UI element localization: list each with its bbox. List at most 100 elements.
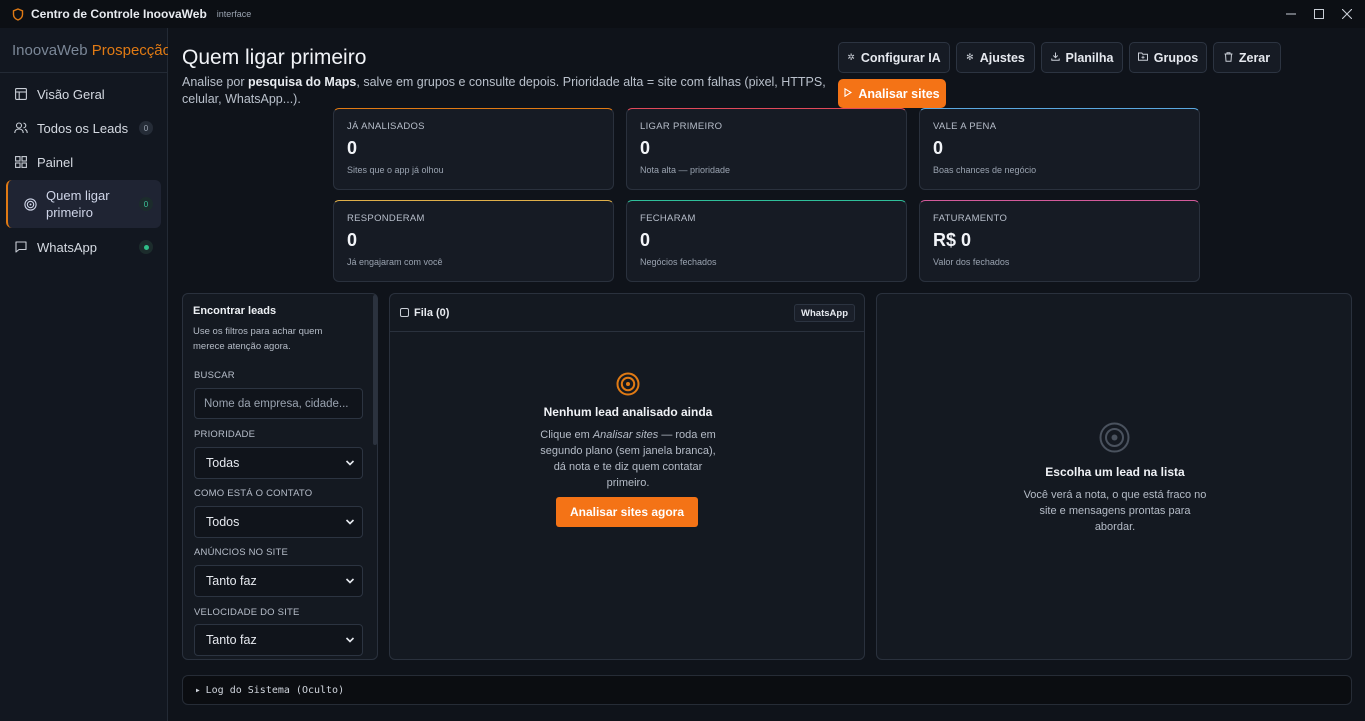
queue-title: Fila (0)	[414, 306, 450, 319]
queue-header: Fila (0) WhatsApp	[390, 294, 864, 332]
configure-ai-button[interactable]: ✲ Configurar IA	[838, 42, 950, 73]
settings-button[interactable]: ✻ Ajustes	[956, 42, 1035, 73]
chevron-down-icon	[345, 637, 355, 643]
sparkle-icon: ✲	[847, 52, 855, 62]
analyze-now-button[interactable]: Analisar sites agora	[556, 497, 698, 527]
system-log-toggle[interactable]: ▶ Log do Sistema (Oculto)	[182, 675, 1352, 705]
queue-panel: Fila (0) WhatsApp Nenhum lead analisado …	[389, 293, 865, 660]
spreadsheet-button[interactable]: Planilha	[1041, 42, 1123, 73]
window-subtitle: interface	[216, 9, 252, 19]
sidebar-item-visao-geral[interactable]: Visão Geral	[6, 82, 161, 106]
ads-select[interactable]: Tanto faz	[194, 565, 363, 597]
layout-icon	[14, 87, 28, 101]
detail-empty-title: Escolha um lead na lista	[1045, 465, 1185, 479]
stat-note: Sites que o app já olhou	[347, 165, 444, 175]
brand-suffix: Prospecção	[91, 42, 168, 59]
count-badge: 0	[139, 197, 153, 211]
search-input[interactable]: Nome da empresa, cidade...	[194, 388, 363, 419]
stat-value: 0	[347, 138, 358, 158]
reset-button[interactable]: Zerar	[1213, 42, 1281, 73]
search-label: BUSCAR	[194, 370, 235, 381]
stat-note: Já engajaram com você	[347, 257, 443, 267]
stat-label: RESPONDERAM	[347, 213, 425, 224]
target-icon	[1099, 422, 1130, 453]
play-icon	[844, 87, 853, 99]
chat-icon	[14, 240, 28, 254]
stat-note: Negócios fechados	[640, 257, 717, 267]
system-log-label: Log do Sistema (Oculto)	[205, 684, 345, 696]
stat-value: 0	[640, 138, 651, 158]
window-title: Centro de Controle InoovaWeb	[31, 7, 207, 21]
queue-empty-title: Nenhum lead analisado ainda	[543, 405, 713, 419]
groups-button[interactable]: Grupos	[1129, 42, 1207, 73]
stat-value: 0	[347, 230, 358, 250]
folder-icon	[1137, 52, 1148, 63]
minimize-icon[interactable]	[1279, 0, 1303, 28]
speed-select[interactable]: Tanto faz	[194, 624, 363, 656]
trash-icon	[1224, 51, 1233, 64]
lead-detail-panel: Escolha um lead na lista Você verá a not…	[876, 293, 1352, 660]
stat-label: VALE A PENA	[933, 121, 997, 132]
sidebar-item-label: Visão Geral	[37, 86, 105, 102]
ads-label: ANÚNCIOS NO SITE	[194, 547, 288, 558]
stat-card-analisados: JÁ ANALISADOS 0 Sites que o app já olhou	[333, 108, 614, 190]
stat-card-vale-a-pena: VALE A PENA 0 Boas chances de negócio	[919, 108, 1200, 190]
page-title: Quem ligar primeiro	[182, 46, 367, 69]
stat-label: FECHARAM	[640, 213, 696, 224]
queue-empty-text: Clique em Analisar sites — roda em segun…	[540, 429, 716, 489]
chevron-down-icon	[345, 578, 355, 584]
sidebar: InoovaWeb Prospecção Visão Geral Todos o…	[0, 28, 168, 721]
stat-label: FATURAMENTO	[933, 213, 1008, 224]
detail-empty-text: Você verá a nota, o que está fraco no si…	[1023, 489, 1207, 533]
filters-title: Encontrar leads	[193, 305, 277, 317]
speed-label: VELOCIDADE DO SITE	[194, 607, 300, 618]
stat-label: JÁ ANALISADOS	[347, 121, 425, 132]
chevron-down-icon	[345, 519, 355, 525]
gear-icon: ✻	[966, 52, 974, 62]
stat-note: Valor dos fechados	[933, 257, 1010, 267]
sidebar-item-label: Todos os Leads	[37, 120, 129, 136]
sidebar-item-label: Painel	[37, 154, 74, 170]
count-badge: 0	[139, 121, 153, 135]
stat-value: R$ 0	[933, 230, 972, 250]
stat-note: Nota alta — prioridade	[640, 165, 731, 175]
caret-right-icon: ▶	[196, 686, 200, 694]
contact-label: COMO ESTÁ O CONTATO	[194, 488, 313, 499]
stat-note: Boas chances de negócio	[933, 165, 1037, 175]
whatsapp-button[interactable]: WhatsApp	[794, 304, 855, 322]
sidebar-item-label: WhatsApp	[37, 239, 97, 255]
stat-card-faturamento: FATURAMENTO R$ 0 Valor dos fechados	[919, 200, 1200, 282]
divider	[0, 72, 168, 73]
sidebar-item-quem-ligar-primeiro[interactable]: Quem ligar primeiro 0	[6, 180, 161, 228]
stat-card-responderam: RESPONDERAM 0 Já engajaram com você	[333, 200, 614, 282]
brand-logo: InoovaWeb Prospecção	[12, 42, 168, 59]
title-bar: Centro de Controle InoovaWeb interface	[0, 0, 1365, 28]
filters-help: Use os filtros para achar quem merece at…	[193, 326, 323, 352]
contact-select[interactable]: Todos	[194, 506, 363, 538]
brand-name: InoovaWeb	[12, 42, 92, 59]
shield-icon	[12, 7, 24, 21]
download-icon	[1050, 52, 1060, 63]
priority-select[interactable]: Todas	[194, 447, 363, 479]
target-icon	[23, 197, 37, 211]
close-icon[interactable]	[1335, 0, 1359, 28]
sidebar-item-whatsapp[interactable]: WhatsApp	[6, 235, 161, 259]
grid-icon	[14, 155, 28, 169]
sidebar-item-todos-os-leads[interactable]: Todos os Leads 0	[6, 116, 161, 140]
stat-label: LIGAR PRIMEIRO	[640, 121, 723, 132]
sidebar-item-label: Quem ligar primeiro	[46, 188, 110, 220]
filters-panel: Encontrar leads Use os filtros para acha…	[182, 293, 378, 660]
analyze-sites-button[interactable]: Analisar sites	[838, 79, 946, 108]
stat-value: 0	[933, 138, 944, 158]
filters-scrollbar[interactable]	[373, 295, 377, 445]
sidebar-item-painel[interactable]: Painel	[6, 150, 161, 174]
status-dot-icon	[139, 240, 153, 254]
page-description: Analise por pesquisa do Maps, salve em g…	[182, 75, 826, 106]
stat-value: 0	[640, 230, 651, 250]
stat-card-ligar-primeiro: LIGAR PRIMEIRO 0 Nota alta — prioridade	[626, 108, 907, 190]
users-icon	[14, 121, 28, 135]
select-all-checkbox[interactable]	[400, 308, 409, 317]
priority-label: PRIORIDADE	[194, 429, 256, 440]
maximize-icon[interactable]	[1307, 0, 1331, 28]
stat-card-fecharam: FECHARAM 0 Negócios fechados	[626, 200, 907, 282]
